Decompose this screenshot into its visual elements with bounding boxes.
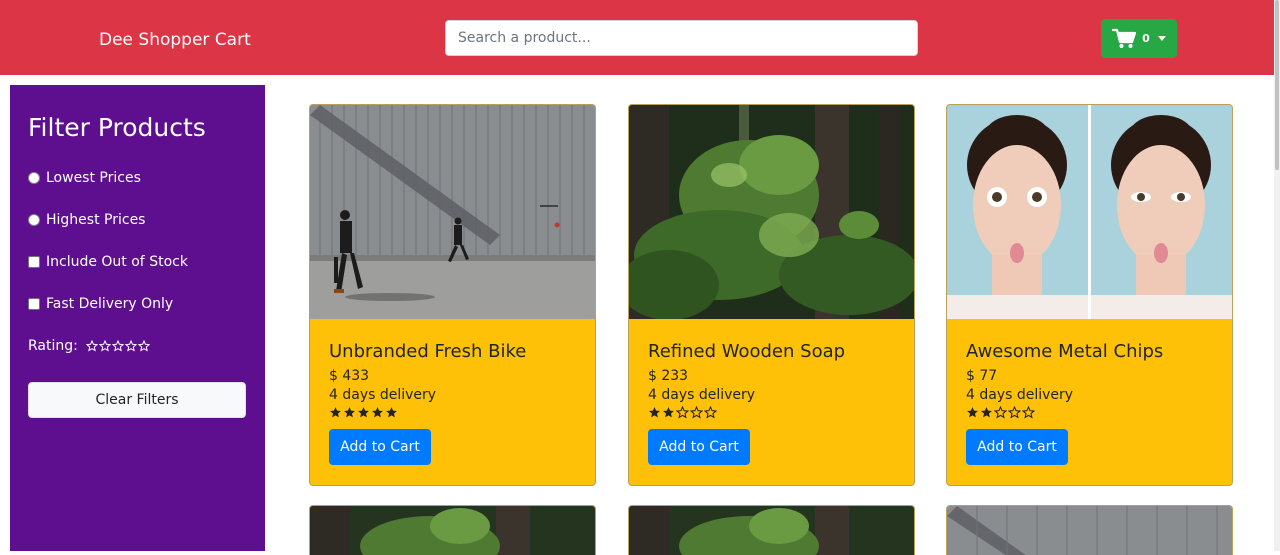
rating-filter: Rating: [28, 338, 150, 354]
product-image-forest [310, 506, 595, 555]
filter-option-label: Fast Delivery Only [46, 296, 174, 312]
star-empty-icon[interactable] [111, 340, 124, 352]
product-card-partial [309, 505, 596, 555]
product-card-partial [946, 505, 1233, 555]
rating-stars[interactable] [85, 340, 150, 352]
filter-fast-delivery[interactable]: Fast Delivery Only [28, 295, 173, 313]
star-filled-icon [330, 407, 341, 418]
star-empty-icon [690, 406, 703, 419]
filter-include-out-of-stock[interactable]: Include Out of Stock [28, 253, 188, 271]
radio-lowest-prices[interactable] [28, 172, 40, 184]
product-image-forest [629, 105, 914, 319]
star-filled-icon [358, 407, 369, 418]
caret-down-icon [1157, 36, 1166, 41]
rating-label: Rating: [28, 338, 78, 354]
filter-title: Filter Products [28, 113, 206, 142]
product-title: Refined Wooden Soap [648, 341, 846, 362]
product-rating [966, 406, 1035, 419]
product-image-street-scene [947, 506, 1232, 555]
shopping-cart-icon [1112, 28, 1137, 49]
checkbox-fast-delivery[interactable] [28, 298, 40, 310]
product-price: $ 77 [966, 368, 998, 384]
star-empty-icon [994, 406, 1007, 419]
product-rating [648, 406, 717, 419]
star-filled-icon [372, 407, 383, 418]
scrollbar-thumb[interactable] [1275, 0, 1279, 170]
cart-count-badge: 0 [1142, 32, 1150, 45]
top-navbar: Dee Shopper Cart 0 [0, 0, 1274, 75]
product-delivery: 4 days delivery [329, 387, 437, 403]
product-card: Unbranded Fresh Bike $ 433 4 days delive… [309, 104, 596, 486]
star-empty-icon [1008, 406, 1021, 419]
product-image-street-scene [310, 105, 595, 319]
filter-lowest-prices[interactable]: Lowest Prices [28, 169, 141, 187]
add-to-cart-button[interactable]: Add to Cart [329, 429, 431, 465]
star-empty-icon [704, 406, 717, 419]
product-delivery: 4 days delivery [966, 387, 1074, 403]
page-scrollbar[interactable] [1274, 0, 1280, 551]
checkbox-out-of-stock[interactable] [28, 256, 40, 268]
cart-dropdown-button[interactable]: 0 [1101, 19, 1177, 58]
filter-option-label: Highest Prices [46, 212, 146, 228]
star-filled-icon [967, 407, 978, 418]
filter-option-label: Lowest Prices [46, 170, 141, 186]
star-empty-icon[interactable] [85, 340, 98, 352]
clear-filters-button[interactable]: Clear Filters [28, 382, 246, 418]
star-filled-icon [981, 407, 992, 418]
search-input[interactable] [445, 20, 918, 56]
product-delivery: 4 days delivery [648, 387, 756, 403]
add-to-cart-button[interactable]: Add to Cart [966, 429, 1068, 465]
star-empty-icon [1022, 406, 1035, 419]
product-card-partial [628, 505, 915, 555]
star-filled-icon [649, 407, 660, 418]
product-price: $ 433 [329, 368, 370, 384]
product-title: Awesome Metal Chips [966, 341, 1164, 362]
filter-highest-prices[interactable]: Highest Prices [28, 211, 145, 229]
filter-option-label: Include Out of Stock [46, 254, 188, 270]
product-price: $ 233 [648, 368, 689, 384]
brand-title[interactable]: Dee Shopper Cart [99, 29, 251, 51]
radio-highest-prices[interactable] [28, 214, 40, 226]
star-empty-icon[interactable] [137, 340, 150, 352]
product-image-woman-portrait [947, 105, 1232, 319]
filter-sidebar: Filter Products Lowest Prices Highest Pr… [10, 85, 265, 551]
star-filled-icon [344, 407, 355, 418]
product-card: Refined Wooden Soap $ 233 4 days deliver… [628, 104, 915, 486]
star-empty-icon [676, 406, 689, 419]
product-image-forest [629, 506, 914, 555]
star-empty-icon[interactable] [124, 340, 137, 352]
star-empty-icon[interactable] [98, 340, 111, 352]
product-title: Unbranded Fresh Bike [329, 341, 527, 362]
add-to-cart-button[interactable]: Add to Cart [648, 429, 750, 465]
product-rating [329, 406, 398, 419]
star-filled-icon [386, 407, 397, 418]
product-card: Awesome Metal Chips $ 77 4 days delivery… [946, 104, 1233, 486]
star-filled-icon [663, 407, 674, 418]
